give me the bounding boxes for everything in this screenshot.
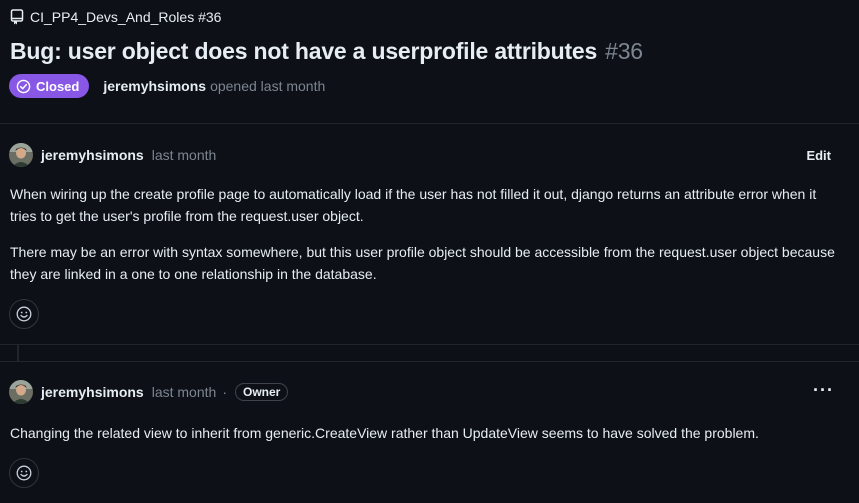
comment-paragraph: When wiring up the create profile page t… bbox=[10, 186, 817, 224]
comment-header: jeremyhsimons last month bbox=[9, 143, 216, 167]
issue-title: Bug: user object does not have a userpro… bbox=[10, 38, 643, 65]
repo-breadcrumb[interactable]: CI_PP4_Devs_And_Roles #36 bbox=[10, 9, 221, 25]
comment-author-link[interactable]: jeremyhsimons bbox=[41, 384, 144, 400]
issue-number: #36 bbox=[605, 38, 643, 64]
issue-body-comment: jeremyhsimons last month Edit When wirin… bbox=[0, 124, 859, 343]
add-reaction-button[interactable] bbox=[9, 458, 39, 488]
issue-author-link[interactable]: jeremyhsimons bbox=[103, 78, 206, 94]
separator-dot: · bbox=[222, 384, 227, 400]
timeline-connector bbox=[0, 344, 859, 361]
comment-timestamp[interactable]: last month bbox=[152, 147, 217, 163]
issue-opened-text: opened last month bbox=[210, 78, 326, 94]
timeline-comment: jeremyhsimons last month · Owner ··· Cha… bbox=[0, 361, 859, 503]
smiley-icon bbox=[16, 306, 32, 322]
status-badge: Closed bbox=[9, 74, 90, 98]
owner-badge: Owner bbox=[234, 383, 289, 401]
more-options-button[interactable]: ··· bbox=[813, 380, 834, 401]
status-label: Closed bbox=[36, 78, 80, 94]
comment-timestamp[interactable]: last month bbox=[152, 384, 217, 400]
comment-author-link[interactable]: jeremyhsimons bbox=[41, 147, 144, 163]
user-avatar[interactable] bbox=[9, 143, 33, 167]
add-reaction-button[interactable] bbox=[9, 299, 39, 329]
comment-paragraph: There may be an error with syntax somewh… bbox=[10, 244, 835, 282]
check-circle-icon bbox=[16, 79, 31, 93]
issue-meta: Closed jeremyhsimons opened last month bbox=[9, 74, 325, 98]
repo-label: CI_PP4_Devs_And_Roles #36 bbox=[30, 9, 222, 25]
issue-title-text: Bug: user object does not have a userpro… bbox=[10, 38, 598, 64]
repo-icon bbox=[10, 9, 24, 25]
comment-header: jeremyhsimons last month · Owner bbox=[9, 380, 289, 404]
comment-paragraph: Changing the related view to inherit fro… bbox=[10, 425, 759, 441]
timeline-line bbox=[17, 345, 19, 361]
user-avatar[interactable] bbox=[9, 380, 33, 404]
smiley-icon bbox=[16, 465, 32, 481]
edit-button[interactable]: Edit bbox=[806, 148, 831, 163]
